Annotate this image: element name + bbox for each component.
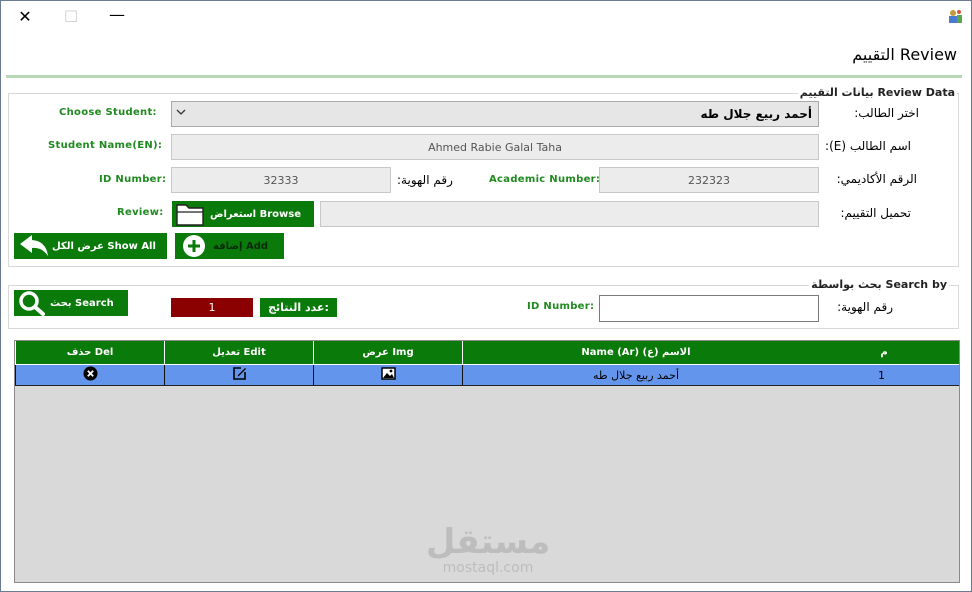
- choose-student-label-ar: اختر الطالب:: [854, 106, 919, 120]
- watermark: مستقل mostaql.com: [423, 523, 553, 575]
- student-name-label-ar: اسم الطالب (E):: [825, 139, 911, 153]
- show-all-label: عرض الكل Show All: [52, 240, 156, 252]
- add-button[interactable]: إضافة Add: [175, 233, 284, 259]
- close-icon[interactable]: ✕: [13, 5, 37, 27]
- table-row[interactable]: 1 أحمد ربيع جلال طه: [15, 364, 959, 386]
- browse-label: استعراض Browse: [210, 208, 301, 220]
- result-count-label: عدد النتائج:: [260, 298, 337, 317]
- col-header-delete[interactable]: حذف Del: [15, 341, 164, 364]
- back-arrow-icon: [14, 233, 52, 259]
- plus-circle-icon: [175, 233, 213, 259]
- header-divider: [6, 75, 962, 78]
- search-group-title: بحث بواسطة Search by: [809, 278, 949, 291]
- student-name-label-en: Student Name(EN):: [48, 140, 163, 151]
- student-name-field[interactable]: Ahmed Rabie Galal Taha: [171, 134, 819, 160]
- search-id-label-ar: رقم الهوية:: [837, 300, 893, 314]
- academic-number-field[interactable]: 232323: [599, 167, 819, 193]
- row-index-cell: 1: [878, 368, 885, 382]
- show-all-button[interactable]: عرض الكل Show All: [14, 233, 167, 259]
- row-edit-cell[interactable]: [164, 365, 313, 385]
- id-number-label-en: ID Number:: [99, 174, 167, 185]
- browse-button[interactable]: استعراض Browse: [172, 201, 314, 227]
- col-header-name[interactable]: Name (Ar) (ع) الاسم: [462, 341, 809, 364]
- edit-icon[interactable]: [232, 366, 247, 384]
- col-header-index[interactable]: م: [809, 341, 959, 364]
- page-title: التقييم Review: [852, 45, 957, 64]
- maximize-icon[interactable]: ☐: [59, 5, 83, 27]
- academic-number-label-ar: الرقم الأكاديمي:: [836, 172, 917, 186]
- search-icon: [14, 290, 50, 316]
- choose-student-combobox[interactable]: أحمد ربيع جلال طه: [171, 101, 819, 127]
- row-name-cell: أحمد ربيع جلال طه: [462, 365, 809, 385]
- chevron-down-icon[interactable]: [176, 107, 186, 120]
- search-button[interactable]: بحث Search: [14, 290, 128, 316]
- image-icon[interactable]: [380, 367, 396, 383]
- review-group-title: بيانات التقييم Review Data: [797, 86, 957, 99]
- row-delete-cell[interactable]: [15, 365, 164, 385]
- app-window: ✕ ☐ — التقييم Review بيانات التقييم Revi…: [0, 0, 972, 592]
- folder-icon: [172, 201, 208, 227]
- row-image-cell[interactable]: [313, 365, 462, 385]
- delete-icon[interactable]: [83, 366, 98, 384]
- col-header-image[interactable]: عرض Img: [313, 341, 462, 364]
- academic-number-label-en: Academic Number:: [489, 174, 601, 185]
- choose-student-value: أحمد ربيع جلال طه: [700, 107, 812, 121]
- review-label-en: Review:: [117, 207, 164, 218]
- search-id-input[interactable]: [599, 295, 819, 322]
- watermark-ar: مستقل: [425, 522, 551, 562]
- minimize-icon[interactable]: —: [105, 3, 129, 25]
- review-file-field[interactable]: [320, 201, 819, 227]
- search-label: بحث Search: [50, 297, 114, 309]
- id-number-label-ar: رقم الهوية:: [397, 173, 453, 187]
- grid-header-row: م Name (Ar) (ع) الاسم عرض Img تعديل Edit…: [15, 341, 959, 364]
- result-count-box: 1: [171, 298, 253, 317]
- search-id-label-en: ID Number:: [527, 301, 595, 312]
- watermark-en: mostaql.com: [442, 560, 534, 576]
- review-label-ar: تحميل التقييم:: [840, 206, 912, 220]
- app-icon: [947, 8, 963, 24]
- choose-student-label-en: Choose Student:: [59, 107, 157, 118]
- col-header-edit[interactable]: تعديل Edit: [164, 341, 313, 364]
- add-label: إضافة Add: [213, 240, 269, 252]
- id-number-field[interactable]: 32333: [171, 167, 391, 193]
